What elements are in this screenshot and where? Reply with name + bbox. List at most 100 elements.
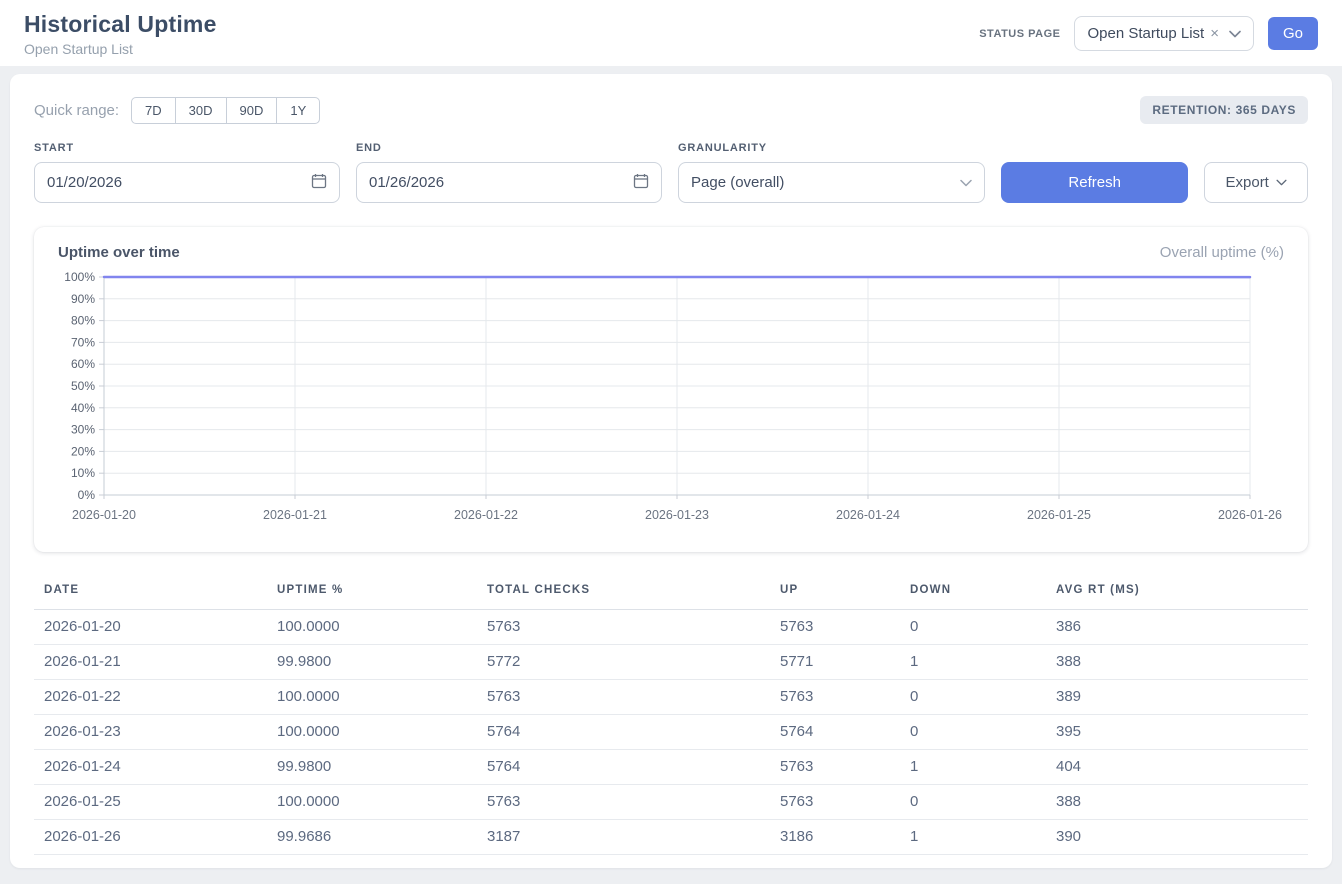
header-controls: STATUS PAGE Open Startup List × Go bbox=[979, 16, 1318, 51]
column-header: AVG RT (MS) bbox=[1056, 574, 1308, 610]
table-cell: 100.0000 bbox=[277, 680, 487, 715]
page-title: Historical Uptime bbox=[24, 11, 217, 38]
quick-range-label: Quick range: bbox=[34, 102, 119, 119]
start-date-input[interactable]: 01/20/2026 bbox=[34, 162, 340, 203]
column-header: UP bbox=[780, 574, 910, 610]
table-cell: 1 bbox=[910, 645, 1056, 680]
controls-form-row: START 01/20/2026 END 01/26/2026 GRANULAR… bbox=[34, 142, 1308, 203]
uptime-table-body: 2026-01-20100.00005763576303862026-01-21… bbox=[34, 610, 1308, 855]
table-cell: 100.0000 bbox=[277, 785, 487, 820]
quick-range-90d-button[interactable]: 90D bbox=[226, 97, 278, 124]
table-cell: 2026-01-20 bbox=[34, 610, 277, 645]
y-tick-label: 0% bbox=[78, 488, 96, 502]
status-page-selected-value: Open Startup List bbox=[1087, 25, 1204, 42]
y-tick-label: 80% bbox=[71, 314, 95, 328]
table-cell: 5763 bbox=[780, 610, 910, 645]
end-date-field: END 01/26/2026 bbox=[356, 142, 662, 203]
table-cell: 3187 bbox=[487, 820, 780, 855]
granularity-select[interactable]: Page (overall) bbox=[678, 162, 985, 203]
start-date-value: 01/20/2026 bbox=[47, 174, 122, 191]
table-cell: 389 bbox=[1056, 680, 1308, 715]
y-tick-label: 10% bbox=[71, 466, 95, 480]
calendar-icon[interactable] bbox=[311, 173, 327, 193]
table-cell: 0 bbox=[910, 610, 1056, 645]
table-cell: 5763 bbox=[487, 610, 780, 645]
column-header: DOWN bbox=[910, 574, 1056, 610]
x-tick-label: 2026-01-25 bbox=[1027, 508, 1091, 522]
chevron-down-icon bbox=[1276, 179, 1287, 186]
x-tick-label: 2026-01-23 bbox=[645, 508, 709, 522]
end-date-value: 01/26/2026 bbox=[369, 174, 444, 191]
table-cell: 0 bbox=[910, 715, 1056, 750]
y-tick-label: 60% bbox=[71, 357, 95, 371]
table-row: 2026-01-22100.0000576357630389 bbox=[34, 680, 1308, 715]
y-tick-label: 20% bbox=[71, 444, 95, 458]
y-tick-label: 100% bbox=[64, 270, 95, 284]
table-row: 2026-01-2199.9800577257711388 bbox=[34, 645, 1308, 680]
table-cell: 5764 bbox=[487, 750, 780, 785]
calendar-icon[interactable] bbox=[633, 173, 649, 193]
clear-selection-icon[interactable]: × bbox=[1210, 25, 1219, 42]
uptime-chart: 0%10%20%30%40%50%60%70%80%90%100%2026-01… bbox=[58, 269, 1284, 531]
x-tick-label: 2026-01-26 bbox=[1218, 508, 1282, 522]
chevron-down-icon bbox=[1229, 30, 1241, 38]
chart-legend: Overall uptime (%) bbox=[1160, 244, 1284, 261]
end-date-input[interactable]: 01/26/2026 bbox=[356, 162, 662, 203]
table-cell: 2026-01-23 bbox=[34, 715, 277, 750]
table-cell: 2026-01-22 bbox=[34, 680, 277, 715]
status-page-select[interactable]: Open Startup List × bbox=[1074, 16, 1254, 51]
refresh-button[interactable]: Refresh bbox=[1001, 162, 1188, 203]
granularity-selected-value: Page (overall) bbox=[691, 174, 784, 191]
table-cell: 5764 bbox=[780, 715, 910, 750]
x-tick-label: 2026-01-21 bbox=[263, 508, 327, 522]
export-button-label: Export bbox=[1226, 174, 1269, 191]
table-cell: 3186 bbox=[780, 820, 910, 855]
table-cell: 5763 bbox=[780, 680, 910, 715]
x-tick-label: 2026-01-24 bbox=[836, 508, 900, 522]
uptime-table: DATEUPTIME %TOTAL CHECKSUPDOWNAVG RT (MS… bbox=[34, 574, 1308, 855]
table-cell: 2026-01-24 bbox=[34, 750, 277, 785]
chevron-down-icon bbox=[960, 174, 972, 191]
table-cell: 404 bbox=[1056, 750, 1308, 785]
table-cell: 5771 bbox=[780, 645, 910, 680]
export-button[interactable]: Export bbox=[1204, 162, 1308, 203]
y-tick-label: 90% bbox=[71, 292, 95, 306]
table-cell: 388 bbox=[1056, 785, 1308, 820]
status-page-label: STATUS PAGE bbox=[979, 28, 1060, 40]
table-cell: 386 bbox=[1056, 610, 1308, 645]
quick-range-1y-button[interactable]: 1Y bbox=[276, 97, 320, 124]
start-date-field: START 01/20/2026 bbox=[34, 142, 340, 203]
y-tick-label: 40% bbox=[71, 401, 95, 415]
table-cell: 388 bbox=[1056, 645, 1308, 680]
quick-range-7d-button[interactable]: 7D bbox=[131, 97, 176, 124]
table-cell: 1 bbox=[910, 750, 1056, 785]
table-cell: 0 bbox=[910, 680, 1056, 715]
table-cell: 390 bbox=[1056, 820, 1308, 855]
granularity-label: GRANULARITY bbox=[678, 142, 985, 154]
table-cell: 100.0000 bbox=[277, 610, 487, 645]
granularity-field: GRANULARITY Page (overall) bbox=[678, 142, 985, 203]
column-header: TOTAL CHECKS bbox=[487, 574, 780, 610]
table-cell: 99.9686 bbox=[277, 820, 487, 855]
table-cell: 2026-01-21 bbox=[34, 645, 277, 680]
table-cell: 1 bbox=[910, 820, 1056, 855]
column-header: UPTIME % bbox=[277, 574, 487, 610]
quick-range-30d-button[interactable]: 30D bbox=[175, 97, 227, 124]
main-card: Quick range: 7D30D90D1Y RETENTION: 365 D… bbox=[10, 74, 1332, 868]
table-cell: 395 bbox=[1056, 715, 1308, 750]
go-button[interactable]: Go bbox=[1268, 17, 1318, 50]
table-header-row: DATEUPTIME %TOTAL CHECKSUPDOWNAVG RT (MS… bbox=[34, 574, 1308, 610]
page-header: Historical Uptime Open Startup List STAT… bbox=[0, 0, 1342, 66]
table-cell: 5763 bbox=[487, 785, 780, 820]
title-block: Historical Uptime Open Startup List bbox=[24, 11, 217, 57]
table-cell: 5763 bbox=[780, 785, 910, 820]
table-cell: 2026-01-25 bbox=[34, 785, 277, 820]
x-tick-label: 2026-01-20 bbox=[72, 508, 136, 522]
y-tick-label: 50% bbox=[71, 379, 95, 393]
chart-card: Uptime over time Overall uptime (%) 0%10… bbox=[34, 227, 1308, 552]
table-cell: 5764 bbox=[487, 715, 780, 750]
table-row: 2026-01-2499.9800576457631404 bbox=[34, 750, 1308, 785]
column-header: DATE bbox=[34, 574, 277, 610]
quick-range-group: 7D30D90D1Y bbox=[131, 97, 320, 124]
y-tick-label: 70% bbox=[71, 335, 95, 349]
